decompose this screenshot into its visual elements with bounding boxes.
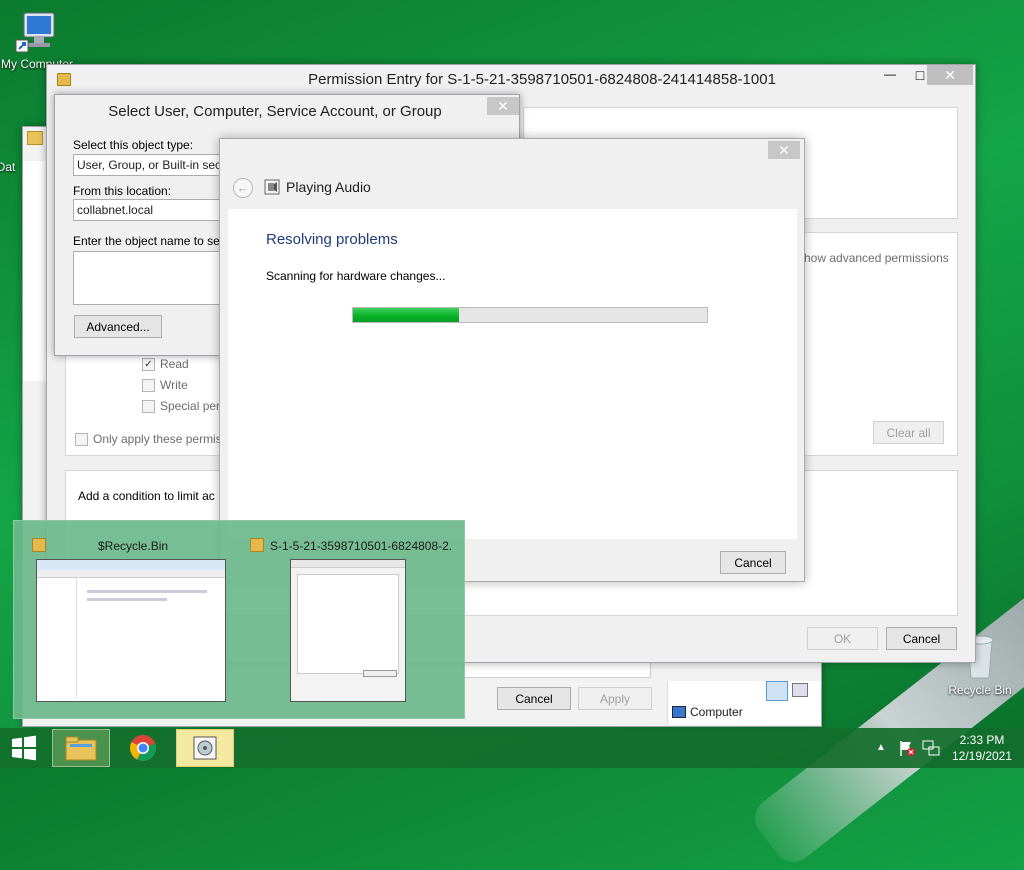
checkbox-icon[interactable] (142, 399, 155, 413)
large-icons-view-icon[interactable] (792, 683, 808, 697)
folder-icon (250, 538, 264, 552)
thumbnail-title: S-1-5-21-3598710501-6824808-2... (270, 539, 452, 553)
folder-icon (32, 538, 46, 552)
window-title: Permission Entry for S-1-5-21-3598710501… (308, 71, 776, 88)
checkbox-icon[interactable] (142, 378, 155, 392)
taskbar-chrome[interactable] (114, 729, 172, 767)
troubleshooter-header: Playing Audio (286, 179, 371, 195)
checkbox-checked-icon[interactable]: ✓ (142, 357, 155, 371)
show-hidden-icons-icon[interactable]: ▲ (876, 742, 886, 753)
computer-icon (672, 706, 686, 718)
thumbnail-title: $Recycle.Bin (98, 539, 169, 553)
action-center-flag-icon[interactable] (898, 739, 916, 757)
start-button[interactable] (0, 729, 48, 767)
back-arrow-icon[interactable]: ← (233, 178, 253, 198)
permission-write[interactable]: Write (142, 378, 188, 392)
details-view-icon[interactable] (766, 681, 788, 701)
checkbox-icon[interactable] (75, 432, 88, 446)
chrome-icon (130, 735, 156, 761)
apply-button[interactable]: Apply (578, 687, 652, 710)
clock[interactable]: 2:33 PM 12/19/2021 (946, 732, 1018, 764)
edit-field[interactable] (463, 662, 651, 678)
details-pane: Computer (667, 681, 821, 725)
desktop-icon-label: Recycle Bin (948, 683, 1012, 697)
troubleshoot-icon (264, 179, 280, 195)
resolving-heading: Resolving problems (266, 231, 398, 248)
progress-fill (353, 308, 460, 322)
permission-label: Read (160, 357, 189, 371)
troubleshooter-icon (193, 736, 217, 760)
taskbar-thumbnail-preview: $Recycle.Bin S-1-5-21-3598710501-6824808… (13, 520, 465, 719)
permission-label: Write (160, 378, 188, 392)
ok-button[interactable]: OK (807, 627, 878, 650)
thumbnail-permissions[interactable] (290, 559, 406, 702)
troubleshooter-content: Resolving problems Scanning for hardware… (228, 209, 797, 539)
advanced-button[interactable]: Advanced... (74, 315, 162, 338)
cancel-button[interactable]: Cancel (886, 627, 957, 650)
condition-text: Add a condition to limit ac (78, 489, 215, 503)
folder-icon (57, 73, 71, 86)
troubleshooter-window: ✕ ← Playing Audio Resolving problems Sca… (219, 138, 805, 582)
computer-icon (15, 12, 55, 53)
cancel-button[interactable]: Cancel (497, 687, 571, 710)
only-apply-label: Only apply these permiss (93, 432, 228, 446)
folder-icon (27, 131, 43, 145)
close-button[interactable]: ✕ (927, 65, 973, 85)
taskbar-troubleshooter[interactable] (176, 729, 234, 767)
taskbar: ▲ 2:33 PM 12/19/2021 (0, 728, 1024, 768)
show-advanced-permissions-link[interactable]: how advanced permissions (804, 251, 949, 265)
network-icon[interactable] (922, 739, 940, 757)
cancel-button[interactable]: Cancel (720, 551, 786, 574)
windows-logo-icon (12, 735, 36, 761)
status-text: Scanning for hardware changes... (266, 269, 446, 283)
clear-all-button[interactable]: Clear all (873, 421, 944, 444)
file-explorer-icon (65, 736, 97, 761)
object-type-label: Select this object type: (73, 138, 194, 152)
thumbnail-recycle-bin[interactable] (36, 559, 226, 702)
close-button[interactable]: ✕ (768, 141, 800, 159)
taskbar-file-explorer[interactable] (52, 729, 110, 767)
location-label: From this location: (73, 184, 172, 198)
only-apply-checkbox[interactable]: Only apply these permiss (75, 432, 228, 446)
computer-label: Computer (690, 705, 743, 719)
permission-read[interactable]: ✓ Read (142, 357, 189, 371)
object-name-label: Enter the object name to select (73, 234, 239, 248)
minimize-button[interactable]: — (875, 67, 905, 87)
permission-special[interactable]: Special perm (142, 399, 230, 413)
dialog-title: Select User, Computer, Service Account, … (108, 103, 442, 120)
desktop-icon-my-computer[interactable]: My Computer (0, 10, 74, 71)
clock-time: 2:33 PM (959, 733, 1005, 747)
progress-bar (352, 307, 708, 323)
clock-date: 12/19/2021 (951, 749, 1013, 763)
close-button[interactable]: ✕ (487, 97, 519, 115)
